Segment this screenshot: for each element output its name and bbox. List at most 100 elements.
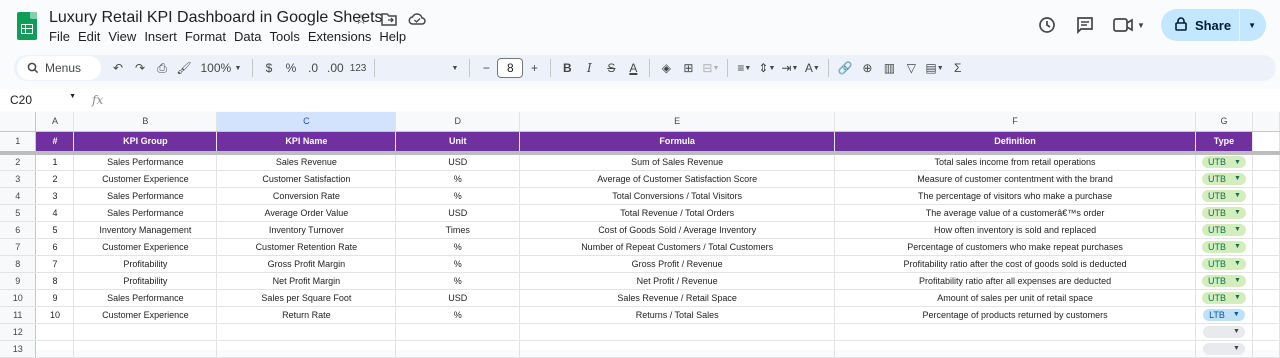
cell-number[interactable]: 4 bbox=[35, 204, 75, 222]
empty-cell[interactable] bbox=[834, 323, 1196, 341]
cloud-saved-icon[interactable] bbox=[408, 10, 426, 28]
cell-definition[interactable]: Measure of customer contentment with the… bbox=[834, 170, 1196, 188]
empty-cell[interactable] bbox=[73, 323, 218, 341]
cell-unit[interactable]: % bbox=[395, 306, 521, 324]
cell-formula[interactable]: Gross Profit / Revenue bbox=[519, 255, 836, 273]
cell-kpi-name[interactable]: Average Order Value bbox=[216, 204, 397, 222]
type-dropdown-chip[interactable]: UTB ▼ bbox=[1201, 274, 1246, 287]
cell-formula[interactable]: Cost of Goods Sold / Average Inventory bbox=[519, 221, 836, 239]
name-box[interactable]: C20 ▼ bbox=[0, 93, 82, 107]
type-dropdown-chip[interactable]: UTB ▼ bbox=[1201, 291, 1246, 304]
borders-icon[interactable]: ⊞ bbox=[677, 56, 699, 80]
cell-kpi-name[interactable]: Net Profit Margin bbox=[216, 272, 397, 290]
row-number[interactable]: 2 bbox=[0, 153, 37, 171]
font-family-select[interactable]: ▼ bbox=[380, 56, 464, 80]
menu-search-button[interactable]: Menus bbox=[17, 56, 101, 80]
print-icon[interactable]: ⎙ bbox=[151, 56, 173, 80]
cell-definition[interactable]: Amount of sales per unit of retail space bbox=[834, 289, 1196, 307]
cell-kpi-name[interactable]: Gross Profit Margin bbox=[216, 255, 397, 273]
header-cell-formula[interactable]: Formula bbox=[519, 131, 836, 155]
cell-unit[interactable]: % bbox=[395, 238, 521, 256]
row-number[interactable]: 11 bbox=[0, 306, 37, 324]
empty-cell[interactable] bbox=[35, 323, 75, 341]
zoom-select[interactable]: 100% ▼ bbox=[195, 56, 247, 80]
cell-type[interactable]: UTB ▼ bbox=[1195, 255, 1253, 273]
horizontal-align-icon[interactable]: ≡ ▼ bbox=[733, 56, 755, 80]
row-number[interactable]: 4 bbox=[0, 187, 37, 205]
menu-view[interactable]: View bbox=[108, 29, 142, 44]
share-dropdown-chevron-icon[interactable]: ▼ bbox=[1248, 21, 1256, 30]
type-dropdown-chip[interactable]: LTB ▼ bbox=[1203, 308, 1245, 321]
row-number[interactable]: 1 bbox=[0, 131, 37, 155]
select-all-corner[interactable] bbox=[0, 112, 37, 132]
cell-kpi-name[interactable]: Inventory Turnover bbox=[216, 221, 397, 239]
cell-type[interactable]: UTB ▼ bbox=[1195, 221, 1253, 239]
cell-definition[interactable]: Profitability ratio after the cost of go… bbox=[834, 255, 1196, 273]
merge-cells-icon[interactable]: ⊟ ▼ bbox=[699, 56, 722, 80]
cell-kpi-group[interactable]: Customer Experience bbox=[73, 306, 218, 324]
redo-icon[interactable]: ↷ bbox=[129, 56, 151, 80]
cell-type[interactable]: ▼ bbox=[1195, 340, 1253, 358]
cell-formula[interactable]: Net Profit / Revenue bbox=[519, 272, 836, 290]
row-number[interactable]: 8 bbox=[0, 255, 37, 273]
meet-video-icon[interactable]: ▼ bbox=[1111, 13, 1147, 37]
column-header-b[interactable]: B bbox=[73, 112, 218, 132]
insert-link-icon[interactable]: 🔗 bbox=[834, 56, 856, 80]
cell-kpi-name[interactable]: Sales per Square Foot bbox=[216, 289, 397, 307]
empty-cell[interactable] bbox=[519, 340, 836, 358]
menu-data[interactable]: Data bbox=[234, 29, 267, 44]
empty-cell[interactable] bbox=[216, 340, 397, 358]
cell-type[interactable]: UTB ▼ bbox=[1195, 238, 1253, 256]
strikethrough-icon[interactable]: S bbox=[600, 56, 622, 80]
cell-unit[interactable]: Times bbox=[395, 221, 521, 239]
cell-formula[interactable]: Average of Customer Satisfaction Score bbox=[519, 170, 836, 188]
cell-type[interactable]: UTB ▼ bbox=[1195, 170, 1253, 188]
cell-definition[interactable]: Percentage of customers who make repeat … bbox=[834, 238, 1196, 256]
cell-kpi-name[interactable]: Sales Revenue bbox=[216, 153, 397, 171]
cell-kpi-group[interactable]: Profitability bbox=[73, 272, 218, 290]
menu-extensions[interactable]: Extensions bbox=[308, 29, 378, 44]
cell-kpi-group[interactable]: Sales Performance bbox=[73, 187, 218, 205]
cell-definition[interactable]: The average value of a customerâ€™s orde… bbox=[834, 204, 1196, 222]
increase-font-size-icon[interactable]: + bbox=[523, 56, 545, 80]
column-header-g[interactable]: G bbox=[1195, 112, 1253, 132]
percent-format-button[interactable]: % bbox=[280, 56, 302, 80]
type-dropdown-chip[interactable]: UTB ▼ bbox=[1201, 172, 1246, 185]
cell-type[interactable]: UTB ▼ bbox=[1195, 289, 1253, 307]
header-cell-type[interactable]: Type bbox=[1195, 131, 1253, 155]
vertical-align-icon[interactable]: ⇕ ▼ bbox=[755, 56, 778, 80]
empty-cell[interactable] bbox=[216, 323, 397, 341]
filter-icon[interactable]: ▽ bbox=[900, 56, 922, 80]
empty-cell[interactable] bbox=[73, 340, 218, 358]
column-header-a[interactable]: A bbox=[35, 112, 75, 132]
header-cell-definition[interactable]: Definition bbox=[834, 131, 1196, 155]
cell-kpi-group[interactable]: Customer Experience bbox=[73, 238, 218, 256]
decrease-font-size-icon[interactable]: − bbox=[475, 56, 497, 80]
cell-number[interactable]: 9 bbox=[35, 289, 75, 307]
currency-format-button[interactable]: $ bbox=[258, 56, 280, 80]
cell-number[interactable]: 2 bbox=[35, 170, 75, 188]
cell-kpi-group[interactable]: Customer Experience bbox=[73, 170, 218, 188]
menu-file[interactable]: File bbox=[49, 29, 76, 44]
paint-format-icon[interactable]: 🖌 bbox=[173, 56, 195, 80]
cell-unit[interactable]: USD bbox=[395, 204, 521, 222]
cell-unit[interactable]: % bbox=[395, 255, 521, 273]
cell-type[interactable]: UTB ▼ bbox=[1195, 272, 1253, 290]
cell-definition[interactable]: Total sales income from retail operation… bbox=[834, 153, 1196, 171]
row-number[interactable]: 13 bbox=[0, 340, 37, 358]
more-formats-button[interactable]: 123 bbox=[347, 56, 370, 80]
cell-kpi-group[interactable]: Sales Performance bbox=[73, 153, 218, 171]
row-number[interactable]: 10 bbox=[0, 289, 37, 307]
type-dropdown-chip[interactable]: ▼ bbox=[1202, 342, 1245, 355]
row-number[interactable]: 6 bbox=[0, 221, 37, 239]
empty-cell[interactable] bbox=[834, 340, 1196, 358]
increase-decimal-button[interactable]: .00 bbox=[324, 56, 347, 80]
menu-edit[interactable]: Edit bbox=[78, 29, 106, 44]
empty-cell[interactable] bbox=[519, 323, 836, 341]
cell-number[interactable]: 6 bbox=[35, 238, 75, 256]
header-cell-kpi-name[interactable]: KPI Name bbox=[216, 131, 397, 155]
row-number[interactable]: 7 bbox=[0, 238, 37, 256]
cell-kpi-name[interactable]: Conversion Rate bbox=[216, 187, 397, 205]
menu-tools[interactable]: Tools bbox=[269, 29, 305, 44]
star-icon[interactable]: ☆ bbox=[352, 10, 370, 28]
